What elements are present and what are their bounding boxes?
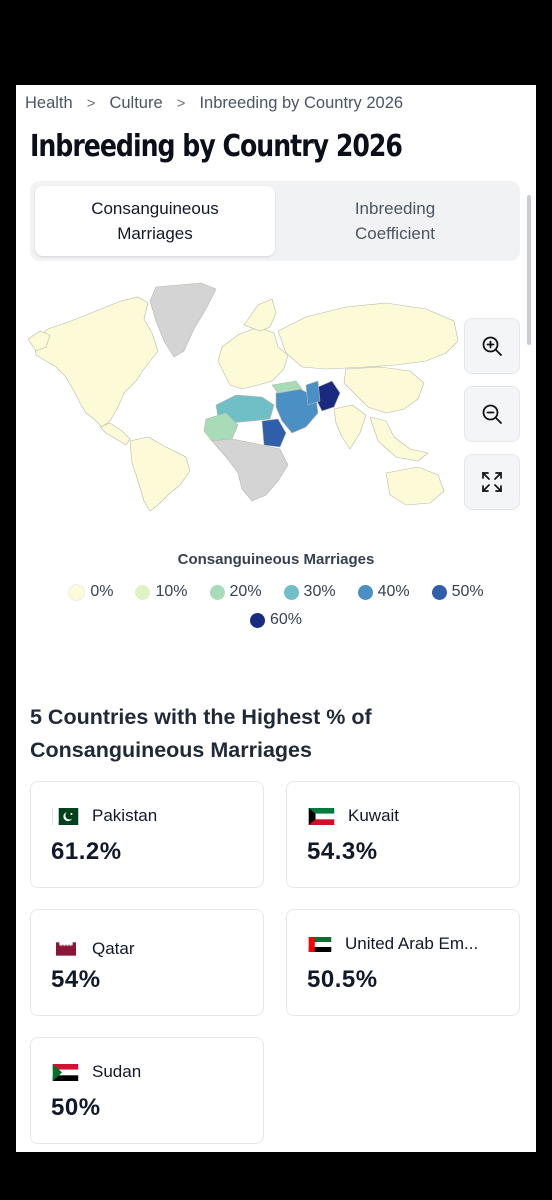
world-map[interactable] [26, 281, 466, 512]
legend-label: 30% [303, 583, 336, 600]
breadcrumb-culture[interactable]: Culture [109, 94, 162, 113]
country-name: United Arab Em... [345, 934, 479, 953]
country-card-pakistan[interactable]: Pakistan 61.2% [30, 781, 264, 888]
qatar-flag-icon [56, 939, 76, 956]
country-name: Kuwait [348, 806, 400, 825]
map-region-south-america [129, 436, 191, 512]
legend-swatch [209, 584, 225, 600]
map-region-australia [385, 466, 445, 506]
expand-icon [482, 472, 502, 492]
legend-item[interactable]: 20% [209, 583, 262, 601]
breadcrumb: Health > Culture > Inbreeding by Country… [25, 94, 403, 113]
sudan-flag-icon [52, 1063, 79, 1081]
section-title: 5 Countries with the Highest % of Consan… [30, 705, 372, 762]
map-region-greenland [149, 282, 217, 358]
pakistan-flag-icon [52, 807, 79, 825]
map-region-sub-saharan-africa [211, 438, 289, 502]
legend-title: Consanguineous Marriages [177, 551, 375, 568]
country-value: 54.3% [307, 838, 378, 865]
legend-label: 50% [451, 583, 484, 600]
breadcrumb-separator: > [86, 95, 96, 112]
country-card-sudan[interactable]: Sudan 50% [30, 1037, 264, 1144]
map-region-southeast-asia [369, 416, 429, 462]
legend-label: 20% [229, 583, 262, 600]
legend-label: 40% [377, 583, 410, 600]
legend-item[interactable]: 50% [431, 583, 484, 601]
kuwait-flag-icon [308, 807, 335, 825]
country-card-uae[interactable]: United Arab Em... 50.5% [286, 909, 520, 1016]
fullscreen-button[interactable] [464, 454, 520, 510]
map-legend: 0% 10% 20% 30% 40% 50% 60% [40, 583, 512, 629]
breadcrumb-separator: > [176, 95, 186, 112]
world-map-svg [27, 282, 459, 512]
country-value: 50% [51, 1094, 101, 1121]
country-name: Pakistan [92, 806, 158, 825]
country-card-kuwait[interactable]: Kuwait 54.3% [286, 781, 520, 888]
app-screen: Health > Culture > Inbreeding by Country… [16, 85, 536, 1152]
legend-label: 0% [90, 583, 114, 600]
legend-swatch [283, 584, 299, 600]
country-name: Qatar [92, 939, 135, 958]
zoom-in-icon [482, 336, 502, 356]
legend-label: 60% [269, 611, 303, 628]
legend-swatch [68, 583, 86, 601]
legend-swatch [357, 584, 373, 600]
scrollbar-thumb[interactable] [527, 195, 531, 345]
tab-bar: Consanguineous Marriages Inbreeding Coef… [30, 181, 520, 261]
country-value: 50.5% [307, 966, 378, 993]
map-region-scandinavia [243, 298, 277, 332]
country-value: 61.2% [51, 838, 122, 865]
legend-swatch [135, 584, 151, 600]
legend-item[interactable]: 0% [68, 583, 113, 601]
tab-consanguineous-marriages[interactable]: Consanguineous Marriages [35, 186, 275, 256]
map-region-iran [305, 380, 321, 406]
map-region-india [333, 404, 367, 450]
breadcrumb-health[interactable]: Health [25, 94, 73, 113]
legend-item[interactable]: 30% [283, 583, 336, 601]
zoom-out-icon [482, 404, 502, 424]
map-region-sudan [261, 418, 287, 448]
legend-swatch [431, 584, 447, 600]
page-title: Inbreeding by Country 2026 [30, 129, 403, 164]
country-value: 54% [51, 966, 101, 993]
zoom-out-button[interactable] [464, 386, 520, 442]
map-region-central-america [99, 422, 131, 446]
uae-flag-icon [308, 936, 332, 952]
map-region-russia [277, 302, 459, 370]
legend-swatch [249, 612, 265, 628]
zoom-in-button[interactable] [464, 318, 520, 374]
map-region-north-america [33, 296, 159, 428]
country-name: Sudan [92, 1062, 142, 1081]
country-card-qatar[interactable]: Qatar 54% [30, 909, 264, 1016]
map-region-east-asia [343, 366, 425, 414]
tab-inbreeding-coefficient[interactable]: Inbreeding Coefficient [275, 186, 515, 256]
legend-item[interactable]: 40% [357, 583, 410, 601]
legend-label: 10% [155, 583, 188, 600]
map-region-europe [217, 326, 289, 390]
legend-item[interactable]: 10% [135, 583, 188, 601]
breadcrumb-current: Inbreeding by Country 2026 [199, 94, 404, 112]
legend-item[interactable]: 60% [249, 611, 303, 629]
